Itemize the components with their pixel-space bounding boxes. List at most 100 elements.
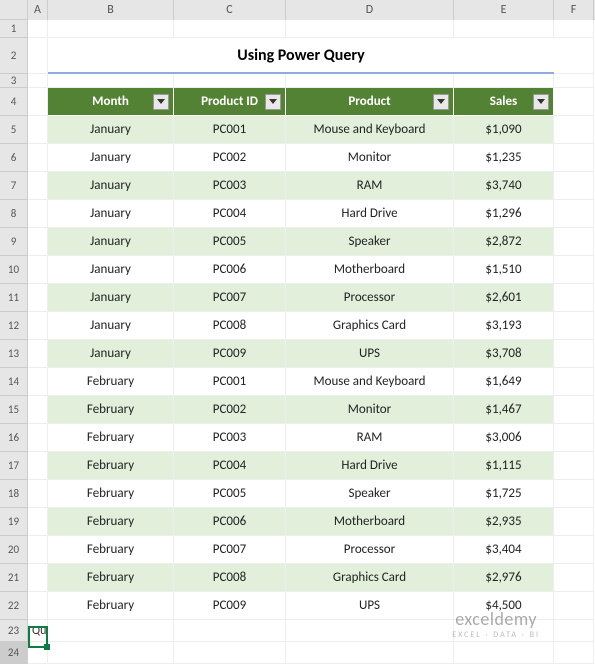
cell-sales[interactable]: $4,500 (454, 592, 554, 620)
row-header[interactable]: 1 (0, 20, 28, 38)
row-header[interactable]: 19 (0, 508, 28, 536)
row-header[interactable]: 2 (0, 38, 28, 74)
cell-sales[interactable]: $1,090 (454, 116, 554, 144)
cell[interactable] (554, 368, 594, 396)
row-header[interactable]: 13 (0, 340, 28, 368)
cell[interactable] (28, 88, 48, 116)
cell-product[interactable]: Monitor (286, 396, 454, 424)
table-header-productid[interactable]: Product ID (174, 88, 286, 116)
cell-product[interactable]: RAM (286, 172, 454, 200)
row-header[interactable]: 11 (0, 284, 28, 312)
cell[interactable] (28, 508, 48, 536)
cell[interactable] (554, 396, 594, 424)
cell-month[interactable]: January (48, 144, 174, 172)
row-header[interactable]: 22 (0, 592, 28, 620)
filter-dropdown-icon[interactable] (433, 94, 449, 110)
select-all-corner[interactable] (0, 0, 28, 20)
row-header[interactable]: 12 (0, 312, 28, 340)
cell-month[interactable]: January (48, 200, 174, 228)
cell[interactable] (174, 74, 286, 88)
col-header-a[interactable]: A (28, 0, 48, 20)
cell-productid[interactable]: PC007 (174, 536, 286, 564)
cell-product[interactable]: Mouse and Keyboard (286, 368, 454, 396)
cell[interactable] (28, 200, 48, 228)
cell[interactable] (28, 368, 48, 396)
cell-sales[interactable]: $2,872 (454, 228, 554, 256)
cell-month[interactable]: February (48, 564, 174, 592)
cell[interactable] (174, 620, 286, 642)
cell[interactable] (554, 340, 594, 368)
col-header-f[interactable]: F (554, 0, 594, 20)
row-header[interactable]: 23 (0, 620, 28, 642)
cell-productid[interactable]: PC003 (174, 424, 286, 452)
cell[interactable] (554, 172, 594, 200)
cell[interactable] (48, 642, 174, 664)
cell[interactable] (28, 340, 48, 368)
cell[interactable] (174, 642, 286, 664)
cell-productid[interactable]: PC005 (174, 228, 286, 256)
cell[interactable] (554, 144, 594, 172)
row-header[interactable]: 24 (0, 642, 28, 664)
cell-sales[interactable]: $1,296 (454, 200, 554, 228)
cell[interactable] (28, 452, 48, 480)
cell[interactable] (28, 116, 48, 144)
cell[interactable] (48, 620, 174, 642)
cell[interactable] (48, 74, 174, 88)
cell-productid[interactable]: PC002 (174, 396, 286, 424)
row-header[interactable]: 17 (0, 452, 28, 480)
row-header[interactable]: 16 (0, 424, 28, 452)
cell[interactable] (554, 284, 594, 312)
cell-month[interactable]: February (48, 452, 174, 480)
cell-sales[interactable]: $1,235 (454, 144, 554, 172)
cell[interactable] (454, 642, 554, 664)
cell[interactable] (28, 480, 48, 508)
row-header[interactable]: 5 (0, 116, 28, 144)
cell[interactable] (554, 424, 594, 452)
cell[interactable] (28, 396, 48, 424)
cell[interactable] (28, 256, 48, 284)
row-header[interactable]: 20 (0, 536, 28, 564)
cell-productid[interactable]: PC008 (174, 564, 286, 592)
table-header-product[interactable]: Product (286, 88, 454, 116)
cell[interactable] (554, 480, 594, 508)
cell[interactable] (454, 74, 554, 88)
cell[interactable] (28, 20, 48, 38)
cell-product[interactable]: UPS (286, 340, 454, 368)
cell-sales[interactable]: $2,935 (454, 508, 554, 536)
cell-month[interactable]: January (48, 172, 174, 200)
cell[interactable] (286, 20, 454, 38)
cell[interactable] (286, 642, 454, 664)
col-header-d[interactable]: D (286, 0, 454, 20)
cell-product[interactable]: Speaker (286, 480, 454, 508)
cell-month[interactable]: February (48, 592, 174, 620)
row-header[interactable]: 3 (0, 74, 28, 88)
cell-month[interactable]: January (48, 228, 174, 256)
cell-product[interactable]: Hard Drive (286, 200, 454, 228)
cell-month[interactable]: January (48, 116, 174, 144)
cell-productid[interactable]: PC003 (174, 172, 286, 200)
cell[interactable] (554, 228, 594, 256)
cell[interactable] (554, 312, 594, 340)
cell-sales[interactable]: $2,601 (454, 284, 554, 312)
cell-month[interactable]: February (48, 508, 174, 536)
cell[interactable] (554, 20, 594, 38)
cell-product[interactable]: Mouse and Keyboard (286, 116, 454, 144)
cell-product[interactable]: Motherboard (286, 256, 454, 284)
row-header[interactable]: 7 (0, 172, 28, 200)
cell-product[interactable]: UPS (286, 592, 454, 620)
cell[interactable] (28, 592, 48, 620)
cell[interactable] (554, 116, 594, 144)
cell-productid[interactable]: PC001 (174, 116, 286, 144)
col-header-b[interactable]: B (48, 0, 174, 20)
cell[interactable] (174, 20, 286, 38)
cell[interactable] (554, 74, 594, 88)
cell-product[interactable]: Hard Drive (286, 452, 454, 480)
cell-productid[interactable]: PC006 (174, 256, 286, 284)
cell-productid[interactable]: PC007 (174, 284, 286, 312)
row-header[interactable]: 6 (0, 144, 28, 172)
reference-cell[interactable]: Query1!ExternalData_1 (28, 620, 48, 642)
cell[interactable] (554, 620, 594, 642)
cell-product[interactable]: Motherboard (286, 508, 454, 536)
cell-sales[interactable]: $1,510 (454, 256, 554, 284)
table-header-month[interactable]: Month (48, 88, 174, 116)
